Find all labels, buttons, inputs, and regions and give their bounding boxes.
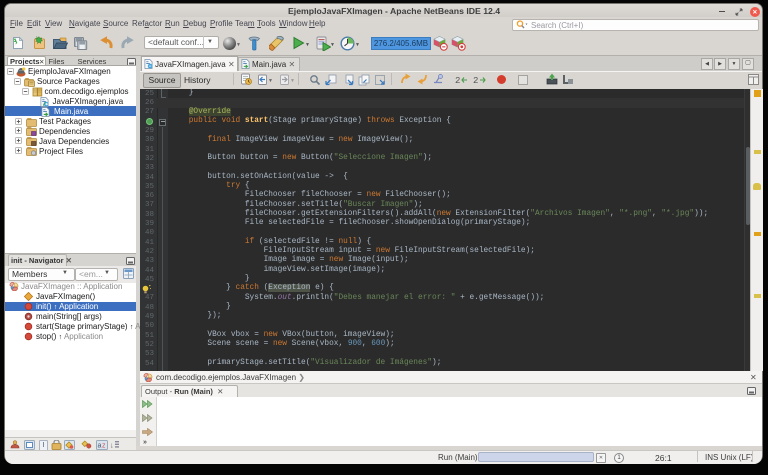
svg-text:z: z bbox=[102, 442, 106, 449]
svg-text:2: 2 bbox=[473, 76, 478, 86]
svg-text:↓: ↓ bbox=[110, 441, 114, 450]
svg-text:a: a bbox=[98, 442, 102, 449]
svg-text:2: 2 bbox=[455, 76, 460, 86]
